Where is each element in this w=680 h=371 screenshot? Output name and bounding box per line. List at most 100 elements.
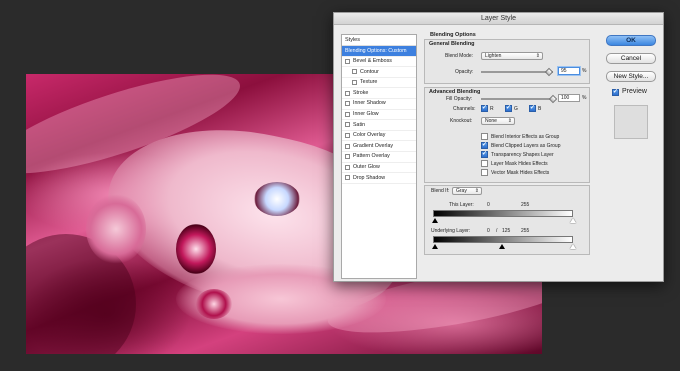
advanced-option-label: Transparency Shapes Layer: [491, 152, 554, 158]
style-checkbox[interactable]: [352, 69, 357, 75]
general-blending-title: General Blending: [429, 41, 475, 47]
channel-g-checkbox[interactable]: ✓: [505, 105, 512, 112]
channel-r-checkbox[interactable]: ✓: [481, 105, 488, 112]
dialog-title: Layer Style: [334, 13, 663, 25]
underlying-layer-sep: /: [496, 228, 498, 234]
styles-list-item[interactable]: Outer Glow: [342, 163, 416, 174]
style-checkbox[interactable]: [352, 80, 357, 86]
styles-list-item[interactable]: Drop Shadow: [342, 173, 416, 184]
fill-opacity-field[interactable]: 100: [558, 94, 580, 102]
chevron-updown-icon: ⇕: [535, 53, 540, 59]
new-style-button[interactable]: New Style...: [606, 71, 656, 82]
advanced-option-label: Blend Clipped Layers as Group: [491, 143, 561, 149]
channel-g-label: G: [514, 106, 518, 112]
style-checkbox[interactable]: [345, 58, 350, 64]
chevron-updown-icon: ⇕: [474, 188, 479, 194]
styles-list-item-label: Outer Glow: [353, 164, 380, 171]
advanced-option-checkbox[interactable]: [481, 133, 488, 140]
styles-list-item-label: Bevel & Emboss: [353, 58, 392, 65]
underlying-layer-low: 0: [487, 228, 490, 234]
style-checkbox[interactable]: [345, 175, 350, 181]
styles-list-item-label: Inner Shadow: [353, 100, 386, 107]
styles-list-item-label: Contour: [360, 68, 379, 75]
blend-mode-label: Blend Mode:: [445, 53, 474, 59]
style-checkbox[interactable]: [345, 111, 350, 117]
advanced-option-label: Blend Interior Effects as Group: [491, 134, 560, 140]
preview-label: Preview: [622, 88, 647, 95]
fill-opacity-unit: %: [582, 95, 587, 101]
styles-list-item[interactable]: Satin: [342, 120, 416, 131]
styles-list-item-label: Satin: [353, 121, 366, 128]
style-checkbox[interactable]: [345, 143, 350, 149]
advanced-option-checkbox[interactable]: ✓: [481, 142, 488, 149]
this-layer-white-slider[interactable]: [570, 218, 576, 223]
cancel-button[interactable]: Cancel: [606, 53, 656, 64]
underlying-layer-high: 255: [521, 228, 530, 234]
underlying-layer-gradient[interactable]: [433, 236, 573, 243]
layer-style-dialog: Layer Style Styles Blending Options: Cus…: [333, 12, 664, 282]
underlying-layer-label: Underlying Layer:: [431, 228, 471, 234]
styles-list-item[interactable]: Blending Options: Custom: [342, 46, 416, 57]
styles-list-item[interactable]: Bevel & Emboss: [342, 57, 416, 68]
advanced-option-label: Vector Mask Hides Effects: [491, 170, 550, 176]
channel-b-checkbox[interactable]: ✓: [529, 105, 536, 112]
preview-checkbox[interactable]: ✓: [612, 89, 619, 96]
opacity-slider[interactable]: [481, 71, 553, 73]
channel-r-label: R: [490, 106, 494, 112]
styles-header[interactable]: Styles: [342, 35, 416, 46]
fill-opacity-slider[interactable]: [481, 98, 553, 100]
advanced-option-checkbox[interactable]: [481, 169, 488, 176]
opacity-label: Opacity:: [455, 69, 474, 75]
headlight: [176, 224, 216, 274]
style-checkbox[interactable]: [345, 133, 350, 139]
styles-list-item-label: Pattern Overlay: [353, 153, 390, 160]
styles-list-item[interactable]: Texture: [342, 78, 416, 89]
opacity-field[interactable]: 95: [558, 67, 580, 75]
advanced-option-checkbox[interactable]: [481, 160, 488, 167]
preview-swatch: [614, 105, 648, 139]
styles-list-item-label: Blending Options: Custom: [345, 47, 407, 54]
fill-opacity-slider-handle[interactable]: [548, 94, 558, 104]
style-checkbox[interactable]: [345, 101, 350, 107]
channels-label: Channels:: [453, 106, 476, 112]
fill-opacity-label: Fill Opacity:: [446, 96, 473, 102]
this-layer-black-slider[interactable]: [432, 218, 438, 223]
styles-list-item[interactable]: Pattern Overlay: [342, 152, 416, 163]
underlying-black-slider[interactable]: [432, 244, 438, 249]
blend-if-panel: Blend If: Gray ⇕ This Layer: 0 255 Under…: [424, 185, 590, 255]
styles-list-item[interactable]: Inner Shadow: [342, 99, 416, 110]
blend-if-select[interactable]: Gray ⇕: [452, 187, 482, 195]
this-layer-gradient[interactable]: [433, 210, 573, 217]
advanced-option-checkbox[interactable]: ✓: [481, 151, 488, 158]
styles-list-item[interactable]: Contour: [342, 67, 416, 78]
styles-list-item[interactable]: Gradient Overlay: [342, 141, 416, 152]
style-checkbox[interactable]: [345, 164, 350, 170]
headlight: [196, 289, 232, 319]
channel-b-label: B: [538, 106, 542, 112]
knockout-value: None: [485, 118, 497, 124]
styles-list-item-label: Stroke: [353, 89, 369, 96]
styles-list-item-label: Drop Shadow: [353, 174, 386, 181]
underlying-white-slider[interactable]: [570, 244, 576, 249]
blend-mode-select[interactable]: Lighten ⇕: [481, 52, 543, 60]
this-layer-label: This Layer:: [449, 202, 474, 208]
styles-list-item-label: Color Overlay: [353, 132, 386, 139]
styles-list-item[interactable]: Color Overlay: [342, 131, 416, 142]
styles-list-item-label: Inner Glow: [353, 111, 379, 118]
knockout-label: Knockout:: [450, 118, 473, 124]
blend-if-label: Blend If:: [431, 188, 450, 194]
style-checkbox[interactable]: [345, 122, 350, 128]
styles-list-item-label: Gradient Overlay: [353, 142, 394, 149]
style-checkbox[interactable]: [345, 154, 350, 160]
opacity-slider-handle[interactable]: [545, 67, 554, 77]
knockout-select[interactable]: None ⇕: [481, 117, 515, 125]
underlying-split-slider[interactable]: [499, 244, 505, 249]
style-checkbox[interactable]: [345, 90, 350, 96]
this-layer-high: 255: [521, 202, 530, 208]
general-blending-panel: General Blending Blend Mode: Lighten ⇕ O…: [424, 39, 590, 84]
blend-mode-value: Lighten: [485, 53, 502, 59]
underlying-layer-mid: 125: [502, 228, 511, 234]
styles-list-item[interactable]: Inner Glow: [342, 110, 416, 121]
ok-button[interactable]: OK: [606, 35, 656, 46]
styles-list-item[interactable]: Stroke: [342, 88, 416, 99]
